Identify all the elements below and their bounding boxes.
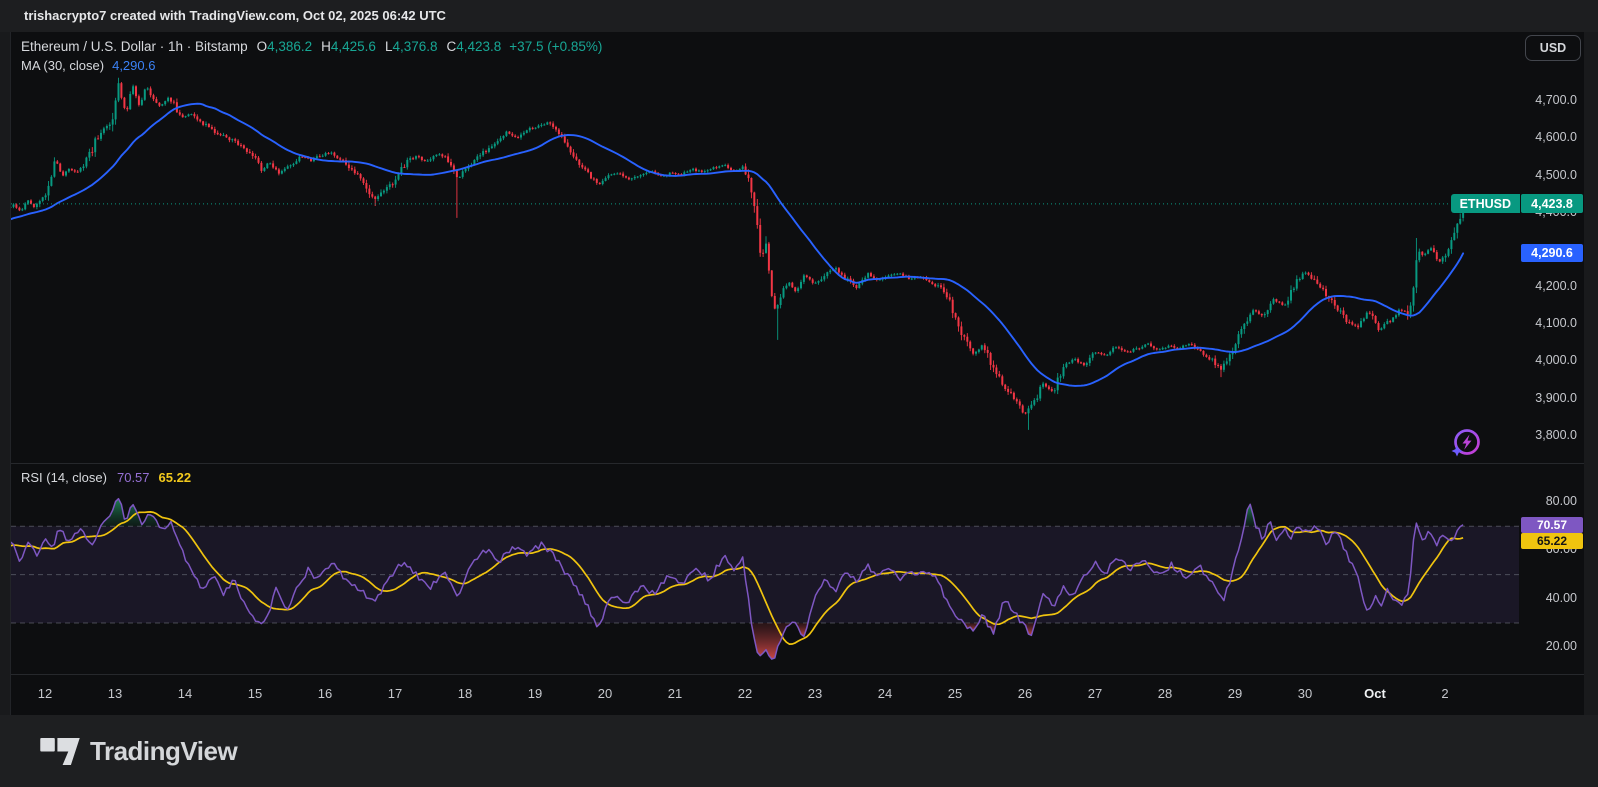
time-axis-label: 24	[855, 686, 915, 701]
time-axis-label: 21	[645, 686, 705, 701]
page: trishacrypto7 created with TradingView.c…	[0, 0, 1598, 787]
ohlc-low: L4,376.8	[385, 39, 438, 54]
rsi-chart-svg	[11, 463, 1519, 674]
time-axis-label: 19	[505, 686, 565, 701]
time-axis-label: Oct	[1345, 686, 1405, 701]
currency-toggle-button[interactable]: USD	[1525, 35, 1581, 61]
price-tick-label: 3,800.0	[1519, 428, 1577, 442]
time-axis-label: 14	[155, 686, 215, 701]
tradingview-logo-text: TradingView	[90, 736, 237, 767]
rsi-ma-indicator-value: 65.22	[159, 470, 192, 485]
time-axis-label: 18	[435, 686, 495, 701]
rsi-tick-label: 20.00	[1519, 639, 1577, 653]
price-tick-label: 4,000.0	[1519, 353, 1577, 367]
time-axis-label: 25	[925, 686, 985, 701]
rsi-indicator-header[interactable]: RSI (14, close) 70.57 65.22	[21, 470, 191, 485]
main-price-pane[interactable]	[11, 32, 1519, 463]
symbol-header: Ethereum / U.S. Dollar · 1h · Bitstamp O4…	[21, 39, 602, 54]
ma-price-badge: 4,290.6	[1521, 244, 1583, 262]
price-tick-label: 4,700.0	[1519, 93, 1577, 107]
footer: TradingView	[0, 715, 1598, 787]
boost-lightning-icon[interactable]	[1448, 426, 1484, 462]
rsi-tick-label: 80.00	[1519, 494, 1577, 508]
time-axis-label: 26	[995, 686, 1055, 701]
time-axis-label: 29	[1205, 686, 1265, 701]
time-axis-label: 15	[225, 686, 285, 701]
rsi-ma-value-badge: 65.22	[1521, 533, 1583, 549]
rsi-value-badge: 70.57	[1521, 517, 1583, 533]
ma-indicator-label: MA (30, close)	[21, 58, 104, 73]
price-chart-svg	[11, 32, 1519, 463]
time-axis-label: 2	[1415, 686, 1475, 701]
time-axis-label: 28	[1135, 686, 1195, 701]
time-axis-label: 13	[85, 686, 145, 701]
ohlc-open: O4,386.2	[257, 39, 313, 54]
rsi-indicator-label: RSI (14, close)	[21, 470, 107, 485]
attribution-bar: trishacrypto7 created with TradingView.c…	[0, 0, 1598, 32]
last-price-symbol-badge: ETHUSD	[1451, 194, 1520, 213]
ma-indicator-header[interactable]: MA (30, close) 4,290.6	[21, 58, 155, 73]
time-axis-label: 27	[1065, 686, 1125, 701]
tradingview-logo-mark-icon	[40, 738, 80, 765]
time-axis-label: 23	[785, 686, 845, 701]
ohlc-close: C4,423.8	[447, 39, 502, 54]
chart-frame: Ethereum / U.S. Dollar · 1h · Bitstamp O4…	[10, 32, 1584, 716]
last-price-badge: 4,423.8	[1521, 194, 1583, 213]
rsi-tick-label: 40.00	[1519, 591, 1577, 605]
attribution-text: trishacrypto7 created with TradingView.c…	[24, 8, 446, 23]
ma-indicator-value: 4,290.6	[112, 58, 155, 73]
rsi-indicator-value: 70.57	[117, 470, 150, 485]
symbol-title[interactable]: Ethereum / U.S. Dollar · 1h · Bitstamp	[21, 39, 248, 54]
price-tick-label: 4,100.0	[1519, 316, 1577, 330]
time-axis-label: 20	[575, 686, 635, 701]
rsi-pane[interactable]	[11, 463, 1519, 674]
price-tick-label: 4,600.0	[1519, 130, 1577, 144]
tradingview-logo[interactable]: TradingView	[40, 736, 237, 767]
time-axis[interactable]: 12 13 14 15 16 17 18 19 20 21 22 23 24 25 26 27 28 29 30 Oc…	[11, 674, 1519, 715]
time-axis-label: 30	[1275, 686, 1335, 701]
time-axis-label: 17	[365, 686, 425, 701]
ohlc-high: H4,425.6	[321, 39, 376, 54]
price-change: +37.5 (+0.85%)	[509, 39, 602, 54]
time-axis-label: 12	[15, 686, 75, 701]
price-tick-label: 3,900.0	[1519, 391, 1577, 405]
price-axis[interactable]: 4,700.04,600.04,500.04,400.04,300.04,200…	[1519, 32, 1584, 674]
time-axis-label: 16	[295, 686, 355, 701]
price-tick-label: 4,200.0	[1519, 279, 1577, 293]
time-axis-label: 22	[715, 686, 775, 701]
pane-divider[interactable]	[11, 463, 1584, 464]
price-tick-label: 4,500.0	[1519, 168, 1577, 182]
